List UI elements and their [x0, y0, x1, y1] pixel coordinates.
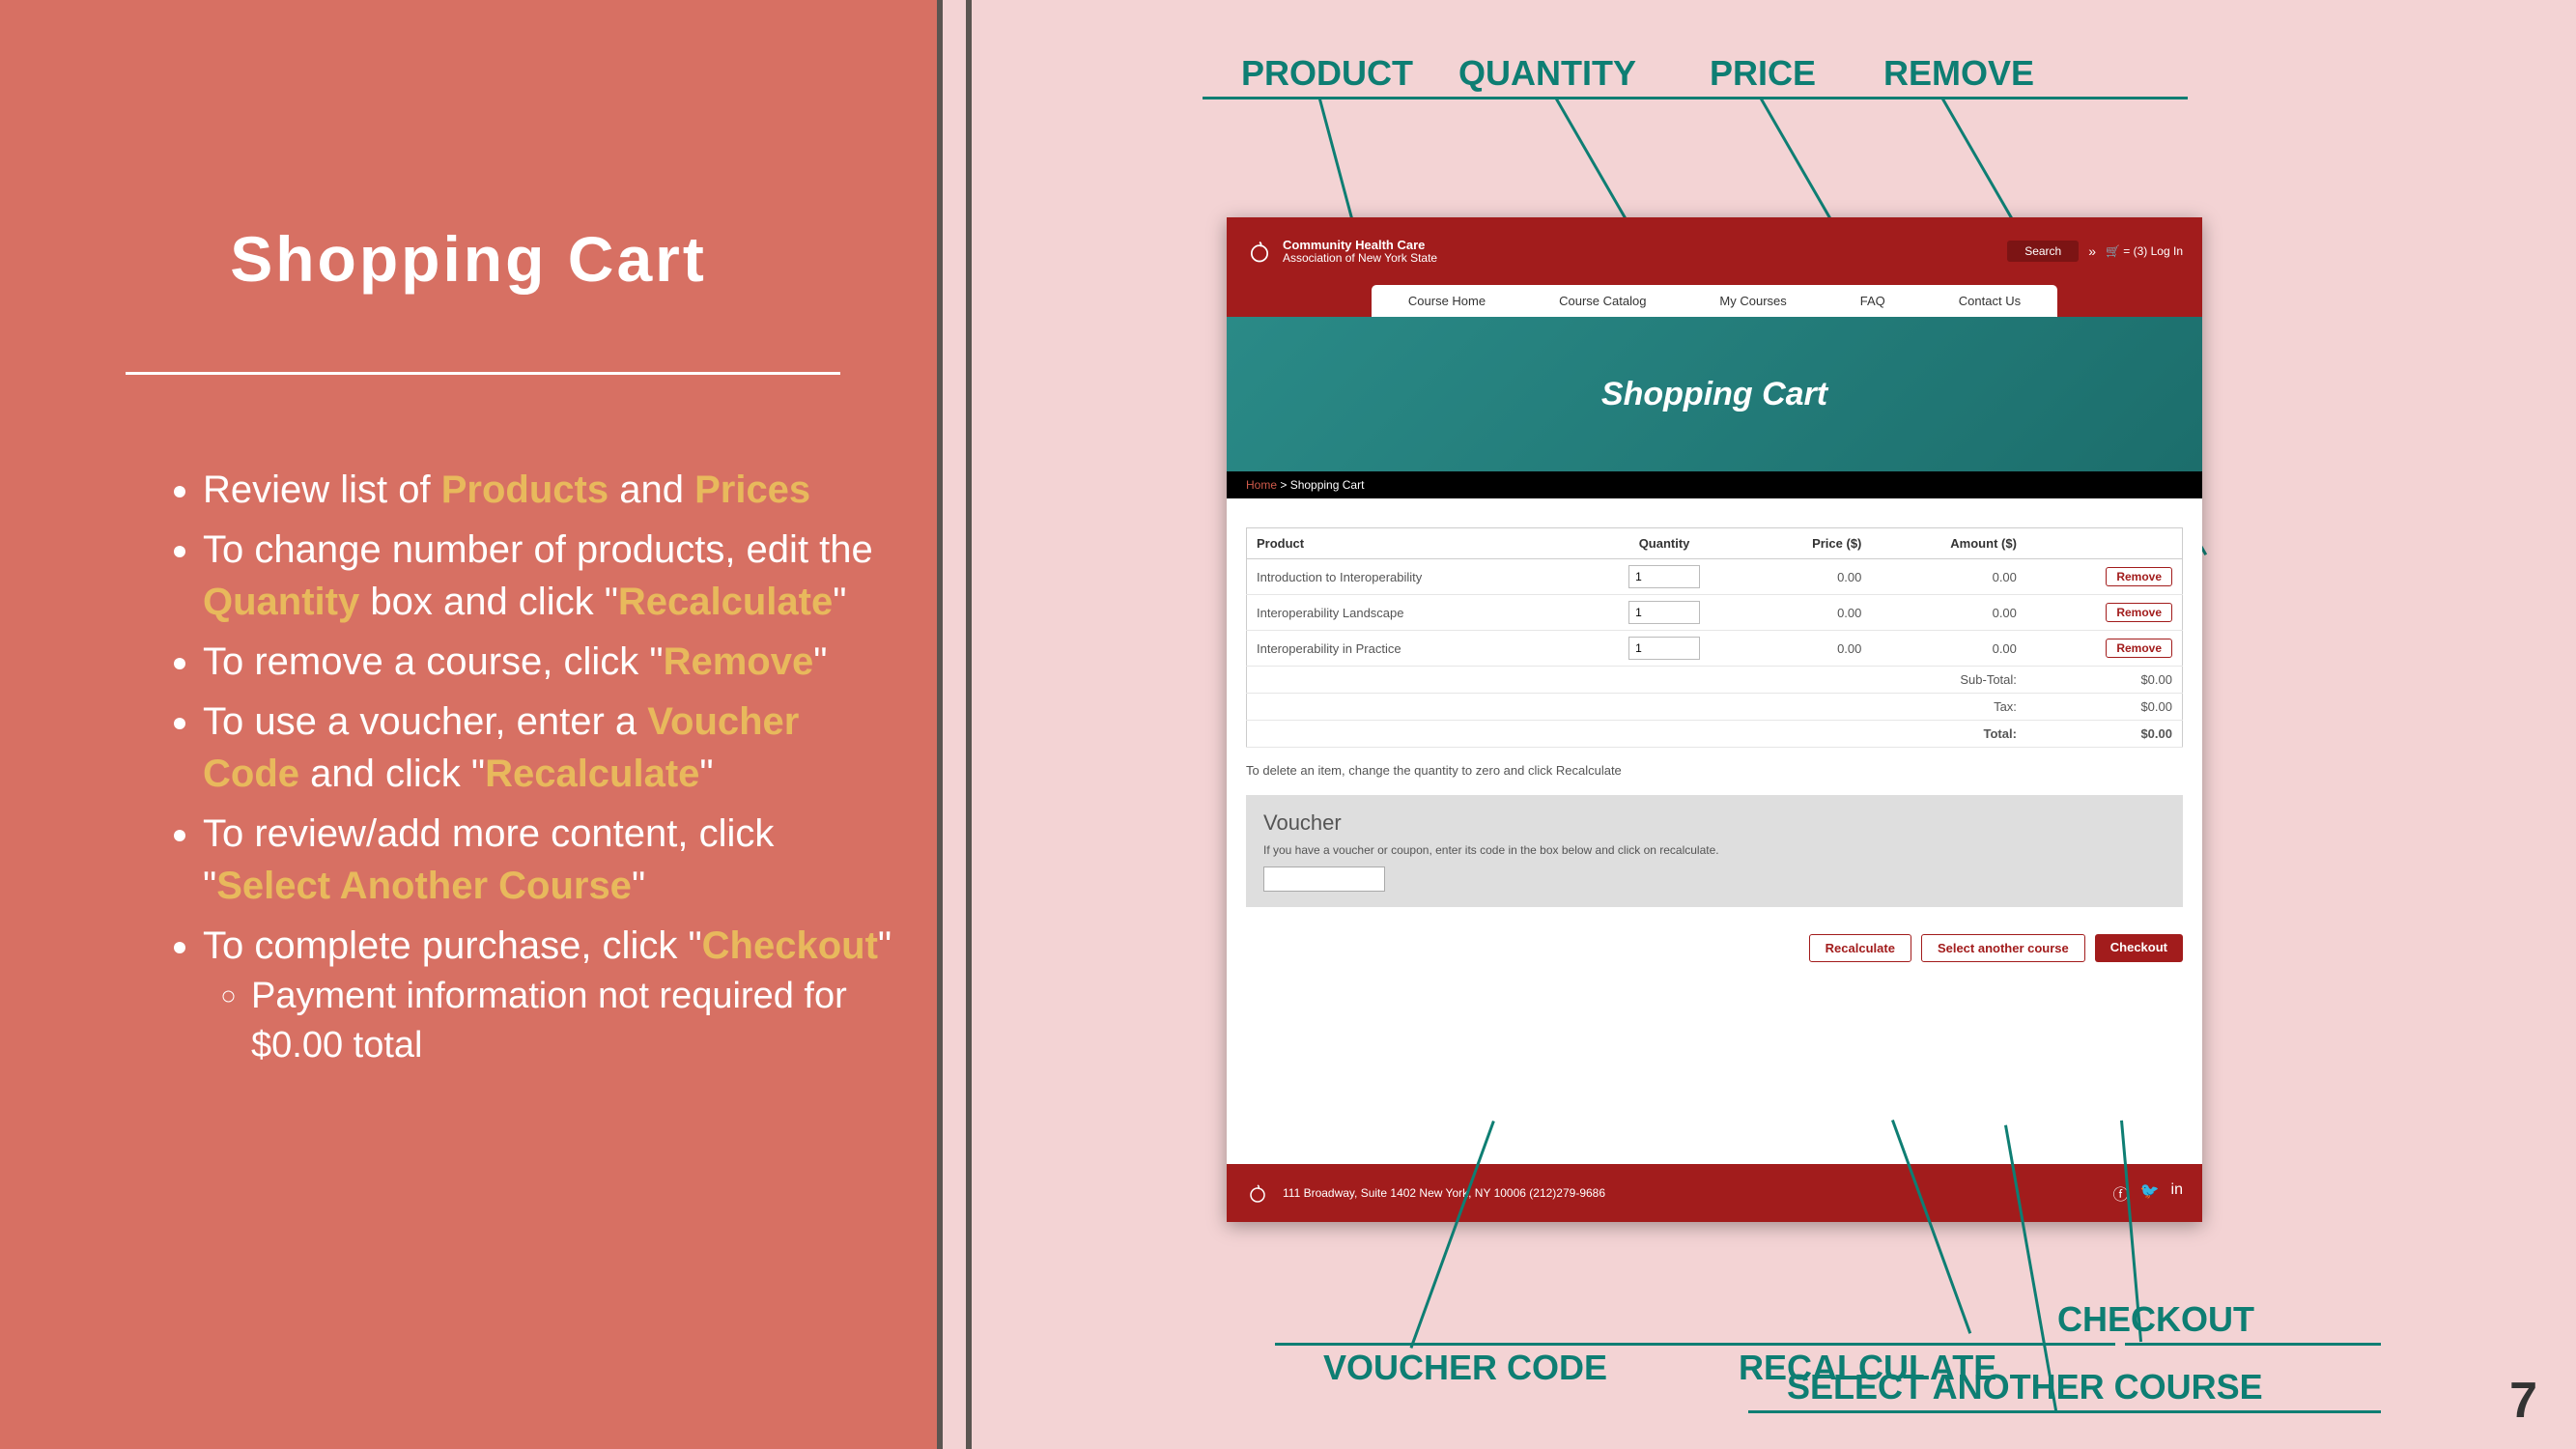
site-header: Community Health CareAssociation of New …: [1227, 217, 2202, 285]
page-title: Shopping Cart: [0, 222, 937, 296]
nav-item[interactable]: Contact Us: [1922, 285, 2057, 317]
cart-login[interactable]: 🛒 = (3) Log In: [2106, 244, 2183, 258]
delete-note: To delete an item, change the quantity t…: [1227, 748, 2202, 778]
qty-input[interactable]: [1628, 565, 1700, 588]
th-product: Product: [1247, 528, 1582, 559]
title-rule: [126, 372, 840, 375]
divider: [937, 0, 943, 1449]
annotation-line: [1748, 1410, 2381, 1413]
voucher-desc: If you have a voucher or coupon, enter i…: [1263, 843, 2166, 857]
select-another-course-button[interactable]: Select another course: [1921, 934, 2085, 962]
brand: Community Health CareAssociation of New …: [1246, 238, 1437, 265]
annotation-line: [1275, 1343, 2115, 1346]
apple-logo-icon: [1246, 238, 1273, 265]
search-button[interactable]: Search: [2007, 241, 2079, 262]
page-number: 7: [2509, 1372, 2537, 1430]
annotation-checkout: CHECKOUT: [2057, 1299, 2254, 1340]
recalculate-button[interactable]: Recalculate: [1809, 934, 1911, 962]
linkedin-icon[interactable]: in: [2171, 1181, 2183, 1205]
screenshot: Community Health CareAssociation of New …: [1227, 217, 2202, 1222]
qty-input[interactable]: [1628, 601, 1700, 624]
twitter-icon[interactable]: 🐦: [2140, 1181, 2160, 1205]
instruction-list: Review list of Products and Prices To ch…: [155, 464, 898, 1079]
annotation-line: [2125, 1343, 2381, 1346]
annotation-remove: REMOVE: [1883, 53, 2034, 94]
table-row: Interoperability Landscape0.000.00Remove: [1247, 595, 2183, 631]
th-qty: Quantity: [1582, 528, 1746, 559]
cart-table: Product Quantity Price ($) Amount ($) In…: [1246, 527, 2183, 748]
breadcrumb: Home > Shopping Cart: [1227, 471, 2202, 498]
nav-item[interactable]: Course Home: [1372, 285, 1522, 317]
voucher-title: Voucher: [1263, 810, 2166, 836]
annotation-line: [1203, 97, 2188, 99]
qty-input[interactable]: [1628, 637, 1700, 660]
nav-item[interactable]: My Courses: [1683, 285, 1823, 317]
th-amount: Amount ($): [1871, 528, 2026, 559]
table-row: Introduction to Interoperability0.000.00…: [1247, 559, 2183, 595]
table-row: Interoperability in Practice0.000.00Remo…: [1247, 631, 2183, 667]
checkout-button[interactable]: Checkout: [2095, 934, 2183, 962]
annotation-product: PRODUCT: [1241, 53, 1413, 94]
annotation-voucher: VOUCHER CODE: [1323, 1348, 1607, 1388]
th-price: Price ($): [1746, 528, 1871, 559]
site-footer: 111 Broadway, Suite 1402 New York, NY 10…: [1227, 1164, 2202, 1222]
voucher-box: Voucher If you have a voucher or coupon,…: [1246, 795, 2183, 907]
nav-row: Course Home Course Catalog My Courses FA…: [1227, 285, 2202, 317]
remove-button[interactable]: Remove: [2106, 639, 2172, 658]
apple-logo-icon: [1246, 1181, 1269, 1205]
remove-button[interactable]: Remove: [2106, 567, 2172, 586]
nav-item[interactable]: FAQ: [1824, 285, 1922, 317]
annotation-select: SELECT ANOTHER COURSE: [1787, 1367, 2263, 1407]
nav-item[interactable]: Course Catalog: [1522, 285, 1683, 317]
remove-button[interactable]: Remove: [2106, 603, 2172, 622]
annotation-quantity: QUANTITY: [1458, 53, 1636, 94]
annotation-price: PRICE: [1710, 53, 1816, 94]
divider: [966, 0, 972, 1449]
voucher-input[interactable]: [1263, 867, 1385, 892]
main-nav: Course Home Course Catalog My Courses FA…: [1372, 285, 2057, 317]
hero-title: Shopping Cart: [1227, 317, 2202, 471]
